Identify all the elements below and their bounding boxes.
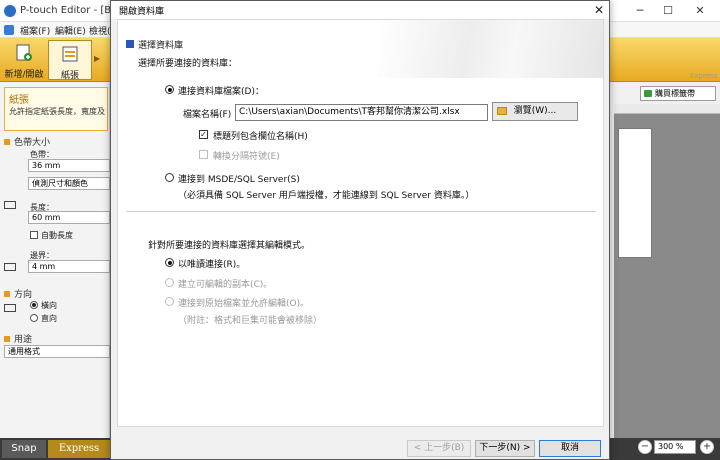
browse-label: 瀏覽(W)... — [513, 106, 557, 116]
buy-tape-label: 購買標籤帶 — [655, 89, 695, 98]
editable-copy-label: 建立可編輯的副本(C)。 — [178, 280, 273, 290]
express-ribbon-label: Express — [690, 72, 718, 80]
app-menu-icon[interactable] — [4, 25, 14, 35]
menu-file[interactable]: 檔案(F) — [20, 24, 50, 37]
edit-mode-prompt: 針對所要連接的資料庫選擇其編輯模式。 — [148, 241, 311, 251]
snap-mode-button[interactable]: Snap — [2, 440, 46, 458]
portrait-label: 直向 — [41, 314, 57, 323]
note-text: 允許指定紙張長度，寬度及 — [9, 107, 105, 116]
next-button[interactable]: 下一步(N) > — [475, 440, 535, 457]
browse-button[interactable]: 瀏覽(W)... — [492, 102, 578, 121]
back-button[interactable]: < 上一步(B) — [407, 440, 471, 457]
dialog-title: 開啟資料庫 — [119, 7, 165, 17]
convert-delimiter-checkbox[interactable] — [199, 150, 208, 159]
length-icon — [4, 201, 16, 209]
label-page[interactable] — [618, 128, 652, 258]
section-divider — [126, 211, 596, 212]
section-marker-icon — [4, 139, 10, 145]
orientation-heading: 方向 — [4, 287, 32, 300]
dialog-close-icon[interactable]: ✕ — [591, 2, 607, 18]
ribbon-tab-paper-label: 紙張 — [60, 71, 79, 81]
p-touch-logo-icon — [4, 5, 16, 17]
margin-icon — [4, 263, 16, 271]
connect-sql-radio[interactable] — [165, 173, 174, 182]
buy-tape-button[interactable]: 購買標籤帶 — [640, 86, 716, 101]
paper-note-box: 紙張 允許指定紙張長度，寬度及 — [4, 87, 108, 131]
open-database-dialog: 開啟資料庫 ✕ 選擇資料庫 選擇所要連接的資料庫： 連接資料庫檔案(D)： 檔案… — [110, 0, 610, 460]
new-open-icon — [14, 43, 34, 63]
header-row-checkbox[interactable]: ✓ — [199, 130, 208, 139]
zoom-in-icon[interactable]: + — [700, 440, 714, 454]
connect-file-radio[interactable] — [165, 85, 174, 94]
section-marker-icon — [4, 336, 10, 342]
ribbon-tab-paper[interactable]: 紙張 — [48, 40, 92, 81]
margin-input[interactable]: 4 mm — [28, 260, 110, 273]
readonly-label: 以唯讀連接(R)。 — [178, 260, 246, 270]
format-macro-note: （附註：格式和巨集可能會被移除） — [178, 316, 323, 326]
sql-license-note: （必須具備 SQL Server 用戶端授權，才能連線到 SQL Server … — [178, 191, 475, 201]
auto-length-checkbox[interactable] — [30, 231, 38, 239]
express-mode-button[interactable]: Express — [48, 440, 110, 458]
ruler — [614, 104, 720, 114]
section-title: 選擇資料庫 — [138, 41, 184, 51]
header-row-label: 標題列包含欄位名稱(H) — [213, 132, 308, 142]
edit-original-label: 連接到原始檔案並允許編輯(O)。 — [178, 299, 310, 309]
cart-icon — [644, 90, 652, 97]
tape-size-heading: 色帶大小 — [4, 135, 50, 148]
folder-icon — [497, 107, 507, 115]
minimize-icon[interactable]: ─ — [632, 3, 648, 19]
usage-select[interactable]: 通用格式 — [4, 345, 110, 358]
tape-select[interactable]: 36 mm — [28, 159, 110, 172]
landscape-label: 橫向 — [41, 301, 57, 310]
connect-sql-label: 連接到 MSDE/SQL Server(S) — [178, 175, 300, 185]
note-title: 紙張 — [9, 95, 29, 106]
menu-view[interactable]: 檢視( — [89, 24, 111, 37]
zoom-select[interactable]: 300 % — [654, 440, 696, 454]
maximize-icon[interactable]: ☐ — [660, 3, 676, 19]
ribbon-expand-icon[interactable]: ▶ — [94, 54, 100, 63]
portrait-radio[interactable] — [30, 314, 38, 322]
section-marker-icon — [4, 291, 10, 297]
convert-delimiter-label: 轉換分隔符號(E) — [213, 152, 280, 162]
readonly-radio[interactable] — [165, 258, 174, 267]
orientation-icon — [4, 304, 16, 312]
detect-size-button[interactable]: 偵測尺寸和顏色 — [28, 177, 110, 190]
landscape-radio[interactable] — [30, 301, 38, 309]
select-db-prompt: 選擇所要連接的資料庫： — [138, 59, 238, 69]
edit-original-radio[interactable] — [165, 297, 174, 306]
editable-copy-radio[interactable] — [165, 278, 174, 287]
window-close-icon[interactable]: ✕ — [692, 3, 708, 19]
file-path-input[interactable]: C:\Users\axian\Documents\T客邦幫你清潔公司.xlsx — [235, 104, 488, 121]
cancel-button[interactable]: 取消 — [539, 440, 601, 457]
auto-length-label: 自動長度 — [41, 231, 73, 240]
header-decoration — [378, 20, 603, 78]
dialog-titlebar: 開啟資料庫 ✕ — [111, 1, 609, 19]
usage-heading: 用途 — [4, 332, 32, 345]
paper-icon — [60, 44, 80, 64]
ribbon-tab-new-open-label: 新增/開啟 — [4, 70, 44, 80]
file-name-label: 檔案名稱(F) — [183, 110, 232, 120]
section-marker-icon — [126, 40, 134, 48]
ribbon-tab-new-open[interactable]: 新增/開啟 — [2, 40, 46, 80]
menu-edit[interactable]: 編輯(E) — [55, 24, 86, 37]
connect-file-label: 連接資料庫檔案(D)： — [178, 87, 264, 97]
wizard-body: 選擇資料庫 選擇所要連接的資料庫： 連接資料庫檔案(D)： 檔案名稱(F) C:… — [117, 19, 604, 427]
paper-properties-panel: 紙張 允許指定紙張長度，寬度及 色帶大小 色帶： 36 mm 偵測尺寸和顏色 長… — [0, 83, 110, 438]
length-input[interactable]: 60 mm — [28, 211, 110, 224]
zoom-out-icon[interactable]: − — [638, 440, 652, 454]
